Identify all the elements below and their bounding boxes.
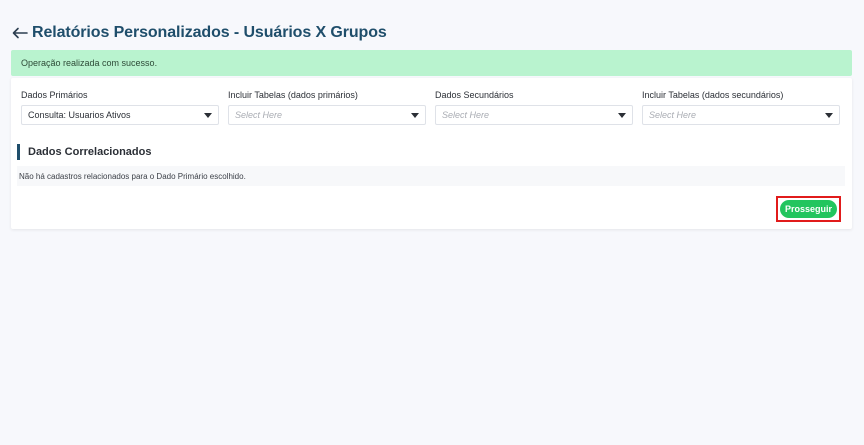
caret-down-icon: [618, 112, 626, 118]
field-dados-secundarios: Dados Secundários Select Here: [435, 90, 633, 125]
field-label: Dados Primários: [21, 90, 88, 100]
caret-down-icon: [411, 112, 419, 118]
field-incluir-tabelas-primarios: Incluir Tabelas (dados primários) Select…: [228, 90, 426, 125]
page-header: Relatórios Personalizados - Usuários X G…: [12, 24, 387, 42]
field-label: Incluir Tabelas (dados secundários): [642, 90, 784, 100]
caret-down-icon: [825, 112, 833, 118]
select-placeholder: Select Here: [649, 110, 697, 120]
back-arrow-icon[interactable]: [12, 25, 28, 41]
select-placeholder: Select Here: [235, 110, 283, 120]
field-incluir-tabelas-secundarios: Incluir Tabelas (dados secundários) Sele…: [642, 90, 840, 125]
dados-secundarios-select[interactable]: Select Here: [435, 105, 633, 125]
proceed-button[interactable]: Prosseguir: [780, 200, 837, 218]
proceed-button-highlight: Prosseguir: [776, 196, 841, 222]
section-title: Dados Correlacionados: [17, 144, 151, 160]
alert-message: Operação realizada com sucesso.: [21, 58, 158, 68]
page-title: Relatórios Personalizados - Usuários X G…: [32, 24, 387, 41]
select-value: Consulta: Usuarios Ativos: [28, 110, 131, 120]
dados-primarios-select[interactable]: Consulta: Usuarios Ativos: [21, 105, 219, 125]
success-alert: Operação realizada com sucesso.: [11, 50, 852, 76]
report-card: Dados Primários Consulta: Usuarios Ativo…: [11, 78, 852, 229]
select-placeholder: Select Here: [442, 110, 490, 120]
field-label: Dados Secundários: [435, 90, 514, 100]
field-label: Incluir Tabelas (dados primários): [228, 90, 358, 100]
field-dados-primarios: Dados Primários Consulta: Usuarios Ativo…: [21, 90, 219, 125]
empty-state-message: Não há cadastros relacionados para o Dad…: [17, 166, 845, 186]
caret-down-icon: [204, 112, 212, 118]
incluir-tabelas-secundarios-select[interactable]: Select Here: [642, 105, 840, 125]
incluir-tabelas-primarios-select[interactable]: Select Here: [228, 105, 426, 125]
